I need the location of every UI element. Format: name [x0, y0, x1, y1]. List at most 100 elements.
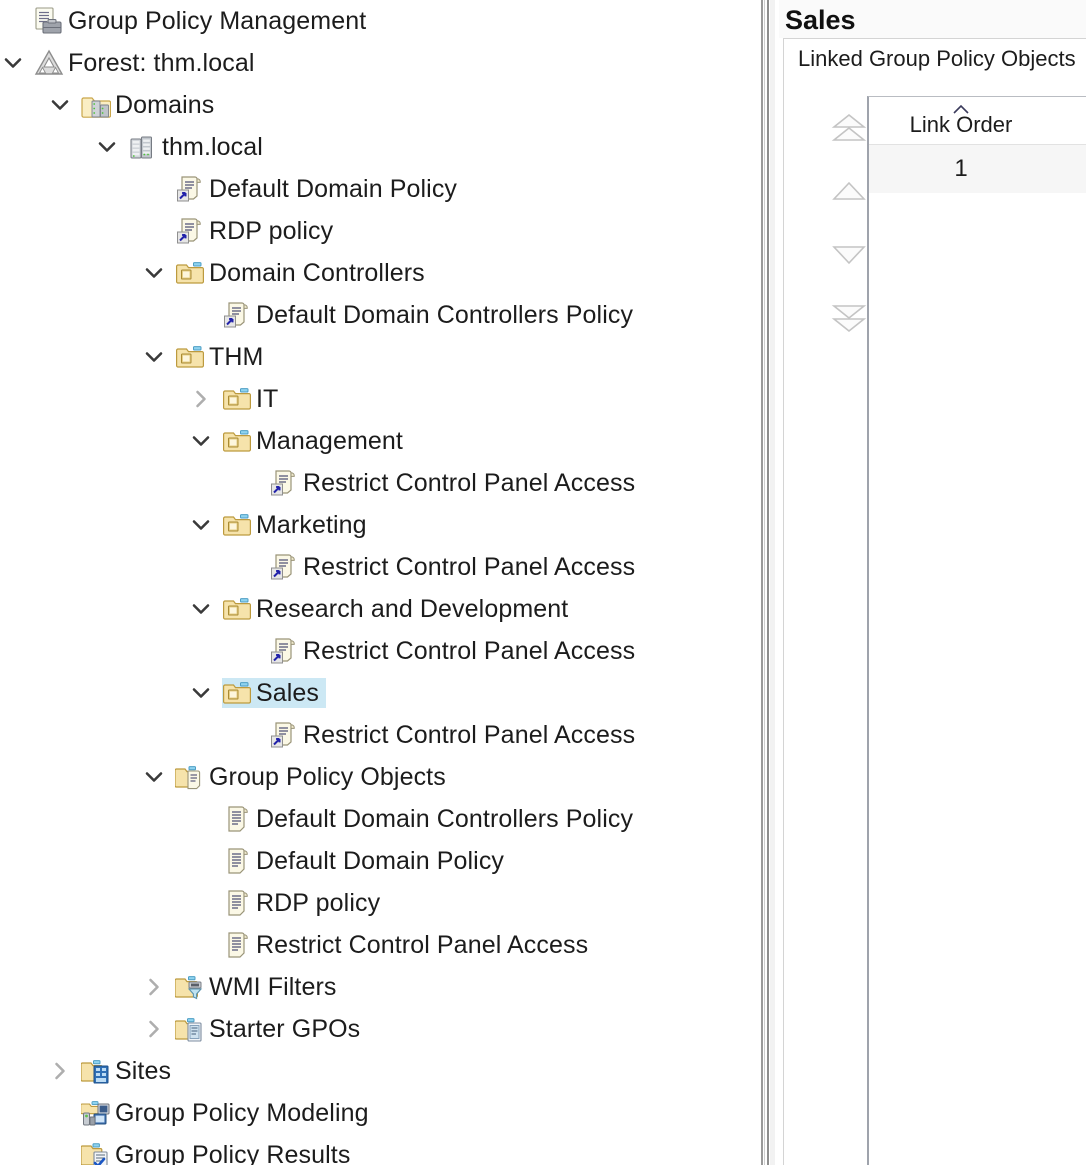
chevron-right-icon[interactable]	[188, 378, 214, 420]
tree-node-body[interactable]: Sites	[81, 1056, 178, 1086]
tree-item-label: Forest: thm.local	[68, 49, 255, 77]
table-row[interactable]: 1	[869, 145, 1086, 193]
tree-node-body[interactable]: Domain Controllers	[175, 258, 432, 288]
domains-folder-icon	[81, 90, 111, 120]
tree-item-starter-gpos[interactable]: Starter GPOs	[0, 1008, 758, 1050]
tree-item-label: Default Domain Controllers Policy	[256, 301, 634, 329]
tree-item-label: WMI Filters	[209, 973, 337, 1001]
column-header-link-order[interactable]: Link Order	[869, 97, 1053, 145]
chevron-down-icon[interactable]	[141, 756, 167, 798]
tree-item-research-and-development[interactable]: Research and Development	[0, 588, 758, 630]
tree-item-default-domain-controllers-policy[interactable]: Default Domain Controllers Policy	[0, 294, 758, 336]
tree-item-rdp-policy[interactable]: RDP policy	[0, 882, 758, 924]
wmi-filters-folder-icon	[175, 972, 205, 1002]
gpo-icon	[222, 930, 252, 960]
tree-item-group-policy-objects[interactable]: Group Policy Objects	[0, 756, 758, 798]
sites-folder-icon	[81, 1056, 111, 1086]
tree-node-body[interactable]: Marketing	[222, 510, 374, 540]
console-tree-pane[interactable]: Group Policy Management Forest: thm.loca…	[0, 0, 758, 1165]
tree-node-body[interactable]: Default Domain Controllers Policy	[222, 804, 640, 834]
tree-node-body[interactable]: Restrict Control Panel Access	[269, 468, 642, 498]
chevron-right-icon[interactable]	[47, 1050, 73, 1092]
chevron-down-icon[interactable]	[94, 126, 120, 168]
chevron-down-icon[interactable]	[141, 252, 167, 294]
tree-node-body[interactable]: Group Policy Results	[81, 1140, 357, 1165]
tree-node-body[interactable]: Domains	[81, 90, 221, 120]
tab-linked-group-policy-objects[interactable]: Linked Group Policy Objects	[798, 43, 1076, 75]
gpo-icon	[222, 804, 252, 834]
tree-item-marketing[interactable]: Marketing	[0, 504, 758, 546]
tree-item-label: Research and Development	[256, 595, 569, 623]
tree-node-body[interactable]: IT	[222, 384, 285, 414]
tree-item-label: THM	[209, 343, 264, 371]
tree-node-body[interactable]: Default Domain Controllers Policy	[222, 300, 640, 330]
tree-item-management[interactable]: Management	[0, 420, 758, 462]
linked-gpo-table[interactable]: Link Order 1	[867, 96, 1086, 1165]
tree-item-default-domain-policy[interactable]: Default Domain Policy	[0, 168, 758, 210]
pane-splitter[interactable]	[758, 0, 779, 1165]
tree-node-body[interactable]: Default Domain Policy	[175, 174, 464, 204]
tree-node-body[interactable]: RDP policy	[175, 216, 340, 246]
tree-item-restrict-control-panel-access[interactable]: Restrict Control Panel Access	[0, 546, 758, 588]
tab-panel: Linked Group Policy Objects Link Order 1	[783, 38, 1086, 1165]
gp-results-icon	[81, 1140, 111, 1165]
linked-gpo-icon	[269, 468, 299, 498]
tree-item-label: Default Domain Controllers Policy	[256, 805, 634, 833]
chevron-down-icon[interactable]	[188, 420, 214, 462]
group-policy-management-window: Group Policy Management Forest: thm.loca…	[0, 0, 1086, 1165]
gpo-container-folder-icon	[175, 762, 205, 792]
tree-node-body[interactable]: Forest: thm.local	[34, 48, 261, 78]
tree-node-body[interactable]: Default Domain Policy	[222, 846, 511, 876]
chevron-down-icon[interactable]	[188, 672, 214, 714]
chevron-right-icon[interactable]	[141, 966, 167, 1008]
tree-node-body[interactable]: Group Policy Objects	[175, 762, 453, 792]
tree-node-body[interactable]: Starter GPOs	[175, 1014, 367, 1044]
tree-item-group-policy-modeling[interactable]: Group Policy Modeling	[0, 1092, 758, 1134]
tree-item-restrict-control-panel-access[interactable]: Restrict Control Panel Access	[0, 462, 758, 504]
tree-item-domains[interactable]: Domains	[0, 84, 758, 126]
gpo-icon	[222, 846, 252, 876]
tree-item-default-domain-controllers-policy[interactable]: Default Domain Controllers Policy	[0, 798, 758, 840]
tree-node-body[interactable]: Restrict Control Panel Access	[269, 636, 642, 666]
tree-item-label: Management	[256, 427, 403, 455]
tree-item-thm-local[interactable]: thm.local	[0, 126, 758, 168]
tree-item-rdp-policy[interactable]: RDP policy	[0, 210, 758, 252]
tree-node-body[interactable]: Restrict Control Panel Access	[269, 552, 642, 582]
tree-item-label: Restrict Control Panel Access	[303, 553, 636, 581]
tree-item-default-domain-policy[interactable]: Default Domain Policy	[0, 840, 758, 882]
chevron-down-icon[interactable]	[188, 588, 214, 630]
tree-item-wmi-filters[interactable]: WMI Filters	[0, 966, 758, 1008]
tree-item-restrict-control-panel-access[interactable]: Restrict Control Panel Access	[0, 630, 758, 672]
tree-node-body[interactable]: Management	[222, 426, 410, 456]
tree-item-it[interactable]: IT	[0, 378, 758, 420]
chevron-down-icon[interactable]	[141, 336, 167, 378]
tree-node-body[interactable]: thm.local	[128, 132, 270, 162]
splitter-line-4	[770, 0, 775, 1165]
tree-item-restrict-control-panel-access[interactable]: Restrict Control Panel Access	[0, 714, 758, 756]
tree-node-body[interactable]: Sales	[222, 678, 327, 708]
tree-item-label: Restrict Control Panel Access	[303, 637, 636, 665]
tree-item-group-policy-management[interactable]: Group Policy Management	[0, 0, 758, 42]
tree-node-body[interactable]: THM	[175, 342, 270, 372]
starter-gpos-folder-icon	[175, 1014, 205, 1044]
tree-node-body[interactable]: Research and Development	[222, 594, 575, 624]
tree-node-body[interactable]: Restrict Control Panel Access	[269, 720, 642, 750]
chevron-down-icon[interactable]	[0, 42, 26, 84]
table-header-row: Link Order	[869, 97, 1086, 145]
chevron-down-icon[interactable]	[188, 504, 214, 546]
tree-item-thm[interactable]: THM	[0, 336, 758, 378]
chevron-right-icon[interactable]	[141, 1008, 167, 1050]
tree-item-forest-thm-local[interactable]: Forest: thm.local	[0, 42, 758, 84]
ou-folder-icon	[175, 342, 205, 372]
tree-node-body[interactable]: Restrict Control Panel Access	[222, 930, 595, 960]
chevron-down-icon[interactable]	[47, 84, 73, 126]
tree-item-restrict-control-panel-access[interactable]: Restrict Control Panel Access	[0, 924, 758, 966]
tree-node-body[interactable]: RDP policy	[222, 888, 387, 918]
tree-item-group-policy-results[interactable]: Group Policy Results	[0, 1134, 758, 1165]
tree-node-body[interactable]: WMI Filters	[175, 972, 343, 1002]
tree-node-body[interactable]: Group Policy Modeling	[81, 1098, 376, 1128]
tree-node-body[interactable]: Group Policy Management	[34, 6, 373, 36]
tree-item-domain-controllers[interactable]: Domain Controllers	[0, 252, 758, 294]
tree-item-sales[interactable]: Sales	[0, 672, 758, 714]
tree-item-sites[interactable]: Sites	[0, 1050, 758, 1092]
